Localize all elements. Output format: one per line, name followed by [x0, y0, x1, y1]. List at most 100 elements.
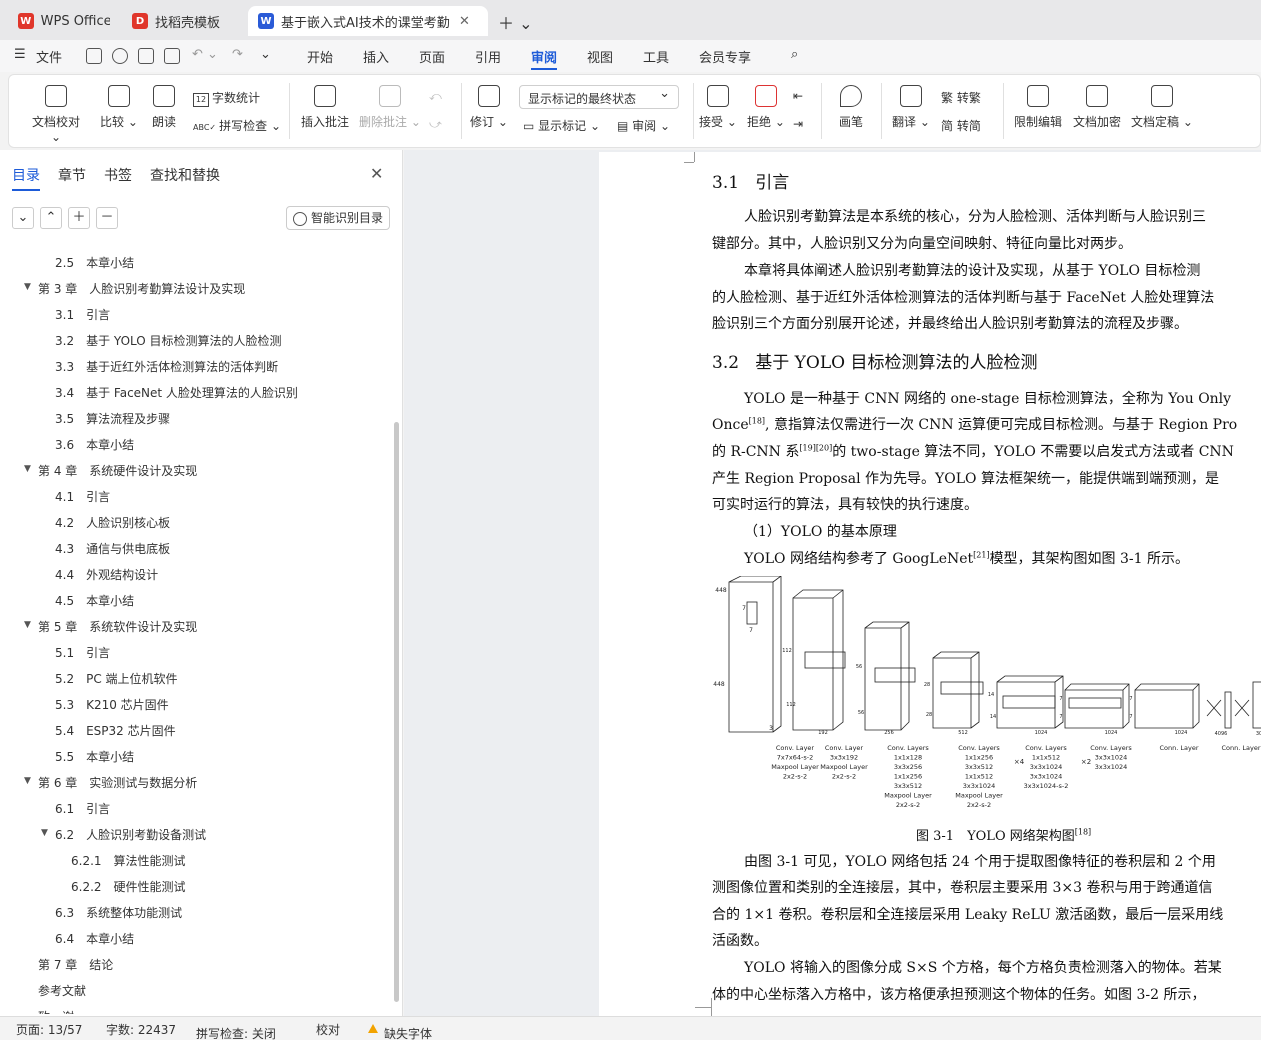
toc-item[interactable]: 致 谢 — [38, 1008, 74, 1014]
print-preview-icon[interactable] — [164, 48, 180, 64]
spell-check-status[interactable]: 拼写检查: 关闭 ⌄ — [196, 1021, 276, 1040]
toc-item[interactable]: 6.4 本章小结 — [55, 930, 134, 947]
undo-icon[interactable]: ↶ ⌄ — [192, 47, 218, 62]
compare-button[interactable]: 比较 ⌄ — [97, 85, 141, 130]
toc-item[interactable]: 4.1 引言 — [55, 488, 110, 505]
toc-item[interactable]: 3.1 引言 — [55, 306, 110, 323]
menu-file[interactable]: 文件 — [36, 47, 62, 66]
tab-toc[interactable]: 目录 — [12, 165, 40, 191]
menu-page[interactable]: 页面 — [419, 47, 445, 66]
menu-home[interactable]: 开始 — [307, 47, 333, 66]
toc-item[interactable]: ▼ 6.2 人脸识别考勤设备测试 — [41, 826, 206, 843]
toc-item[interactable]: ▼ 第 3 章人脸识别考勤算法设计及实现 — [24, 280, 245, 297]
print-icon[interactable] — [138, 48, 154, 64]
menu-review[interactable]: 审阅 — [531, 47, 558, 70]
new-tab-icon[interactable]: ＋ ⌄ — [498, 10, 533, 34]
close-icon[interactable]: ✕ — [459, 14, 470, 29]
citation[interactable]: [19][20] — [799, 443, 832, 452]
prev-comment-icon[interactable]: ⤺ — [429, 89, 442, 104]
collapse-up-icon[interactable]: ⌃ — [40, 207, 62, 229]
encrypt-button[interactable]: 文档加密 — [1071, 85, 1123, 130]
toc-item[interactable]: 5.5 本章小结 — [55, 748, 134, 765]
tab-document[interactable]: W 基于嵌入式AI技术的课堂考勤 ✕ — [248, 6, 488, 36]
toc-item[interactable]: 6.1 引言 — [55, 800, 110, 817]
tab-bookmarks[interactable]: 书签 — [104, 165, 132, 185]
toc-item[interactable]: 3.2 基于 YOLO 目标检测算法的人脸检测 — [55, 332, 282, 349]
toc-item[interactable]: 4.5 本章小结 — [55, 592, 134, 609]
show-markup-button[interactable]: ▭ 显示标记 ⌄ — [523, 117, 600, 134]
toc-item[interactable]: 3.5 算法流程及步骤 — [55, 410, 170, 427]
toc-item[interactable]: ▼ 第 5 章系统软件设计及实现 — [24, 618, 197, 635]
pen-button[interactable]: 画笔 — [833, 85, 869, 130]
read-aloud-button[interactable]: 朗读 — [149, 85, 179, 130]
toc-item[interactable]: 6.2.2 硬件性能测试 — [71, 878, 186, 895]
toc-item[interactable]: 3.4 基于 FaceNet 人脸处理算法的人脸识别 — [55, 384, 298, 401]
toc-item[interactable]: 3.3 基于近红外活体检测算法的活体判断 — [55, 358, 278, 375]
delete-comment-button[interactable]: 删除批注 ⌄ — [359, 85, 421, 130]
review-pane-button[interactable]: ▤ 审阅 ⌄ — [617, 117, 670, 134]
toc-item[interactable]: 5.2 PC 端上位机软件 — [55, 670, 178, 687]
menu-reference[interactable]: 引用 — [475, 47, 501, 66]
tab-wps-office[interactable]: W WPS Office — [8, 6, 120, 36]
tab-find-replace[interactable]: 查找和替换 — [150, 165, 220, 185]
toc-item[interactable]: 第 7 章结论 — [38, 956, 113, 973]
to-traditional-button[interactable]: 繁 转繁 — [941, 89, 981, 106]
finalize-button[interactable]: 文档定稿 ⌄ — [1131, 85, 1193, 130]
toc-item[interactable]: 5.4 ESP32 芯片固件 — [55, 722, 176, 739]
insert-comment-button[interactable]: 插入批注 — [299, 85, 351, 130]
restrict-edit-button[interactable]: 限制编辑 — [1013, 85, 1063, 130]
menu-view[interactable]: 视图 — [587, 47, 613, 66]
toc-item[interactable]: ▼ 第 4 章系统硬件设计及实现 — [24, 462, 197, 479]
toc-item[interactable]: 4.2 人脸识别核心板 — [55, 514, 170, 531]
citation[interactable]: [18] — [749, 416, 765, 425]
citation[interactable]: [21] — [973, 550, 989, 559]
next-change-icon[interactable]: ⇥ — [793, 117, 803, 131]
add-icon[interactable]: ＋ — [68, 207, 90, 229]
accept-button[interactable]: 接受 ⌄ — [699, 85, 737, 130]
expand-caret-icon[interactable]: ▼ — [24, 282, 31, 292]
more-icon[interactable]: ⌄ — [260, 47, 271, 62]
document-page[interactable]: 3.1 引言 人脸识别考勤算法是本系统的核心，分为人脸检测、活体判断与人脸识别三… — [599, 152, 1261, 1016]
collapse-down-icon[interactable]: ⌄ — [12, 207, 34, 229]
to-simplified-button[interactable]: 简 转简 — [941, 117, 981, 134]
expand-caret-icon[interactable]: ▼ — [24, 464, 31, 474]
prev-change-icon[interactable]: ⇤ — [793, 89, 803, 103]
next-comment-icon[interactable]: ⤻ — [429, 117, 442, 132]
save-icon[interactable] — [86, 48, 102, 64]
spell-check-button[interactable]: ABC✓ 拼写检查 ⌄ — [193, 117, 281, 134]
redo-icon[interactable]: ↷ — [232, 47, 243, 62]
citation[interactable]: [18] — [1075, 828, 1091, 837]
missing-font-status[interactable]: 缺失字体 — [368, 1021, 432, 1040]
toc-item[interactable]: 4.4 外观结构设计 — [55, 566, 158, 583]
toc-item[interactable]: 4.3 通信与供电底板 — [55, 540, 170, 557]
remove-icon[interactable]: － — [96, 207, 118, 229]
toc-item[interactable]: 6.2.1 算法性能测试 — [71, 852, 186, 869]
smart-toc-button[interactable]: 智能识别目录 — [286, 206, 390, 230]
word-count-indicator[interactable]: 字数: 22437 — [106, 1021, 176, 1038]
toc-item[interactable]: 2.5 本章小结 — [55, 254, 134, 271]
search-icon[interactable]: ⌕ — [791, 47, 798, 62]
revise-button[interactable]: 修订 ⌄ — [469, 85, 509, 130]
toc-item[interactable]: 参考文献 — [38, 982, 86, 999]
toc-item[interactable]: ▼ 第 6 章实验测试与数据分析 — [24, 774, 197, 791]
expand-caret-icon[interactable]: ▼ — [24, 776, 31, 786]
markup-state-select[interactable]: 显示标记的最终状态 — [519, 85, 679, 109]
translate-button[interactable]: 翻译 ⌄ — [889, 85, 933, 130]
expand-caret-icon[interactable]: ▼ — [24, 620, 31, 630]
tab-docer[interactable]: D 找稻壳模板 — [122, 6, 246, 36]
close-icon[interactable]: ✕ — [370, 164, 383, 183]
reject-button[interactable]: 拒绝 ⌄ — [747, 85, 785, 130]
proofread-status[interactable]: 校对 — [316, 1021, 340, 1038]
toc-item[interactable]: 3.6 本章小结 — [55, 436, 134, 453]
page-indicator[interactable]: 页面: 13/57 — [16, 1021, 82, 1038]
menu-tools[interactable]: 工具 — [643, 47, 669, 66]
toc-scrollbar[interactable] — [394, 422, 399, 1002]
hamburger-icon[interactable]: ☰ — [14, 47, 26, 62]
share-icon[interactable] — [112, 48, 128, 64]
toc-item[interactable]: 5.3 K210 芯片固件 — [55, 696, 169, 713]
toc-item[interactable]: 5.1 引言 — [55, 644, 110, 661]
expand-caret-icon[interactable]: ▼ — [41, 828, 48, 838]
toc-item[interactable]: 6.3 系统整体功能测试 — [55, 904, 182, 921]
menu-member[interactable]: 会员专享 — [699, 47, 751, 66]
doc-check-button[interactable]: 文档校对 ⌄ — [27, 85, 85, 144]
